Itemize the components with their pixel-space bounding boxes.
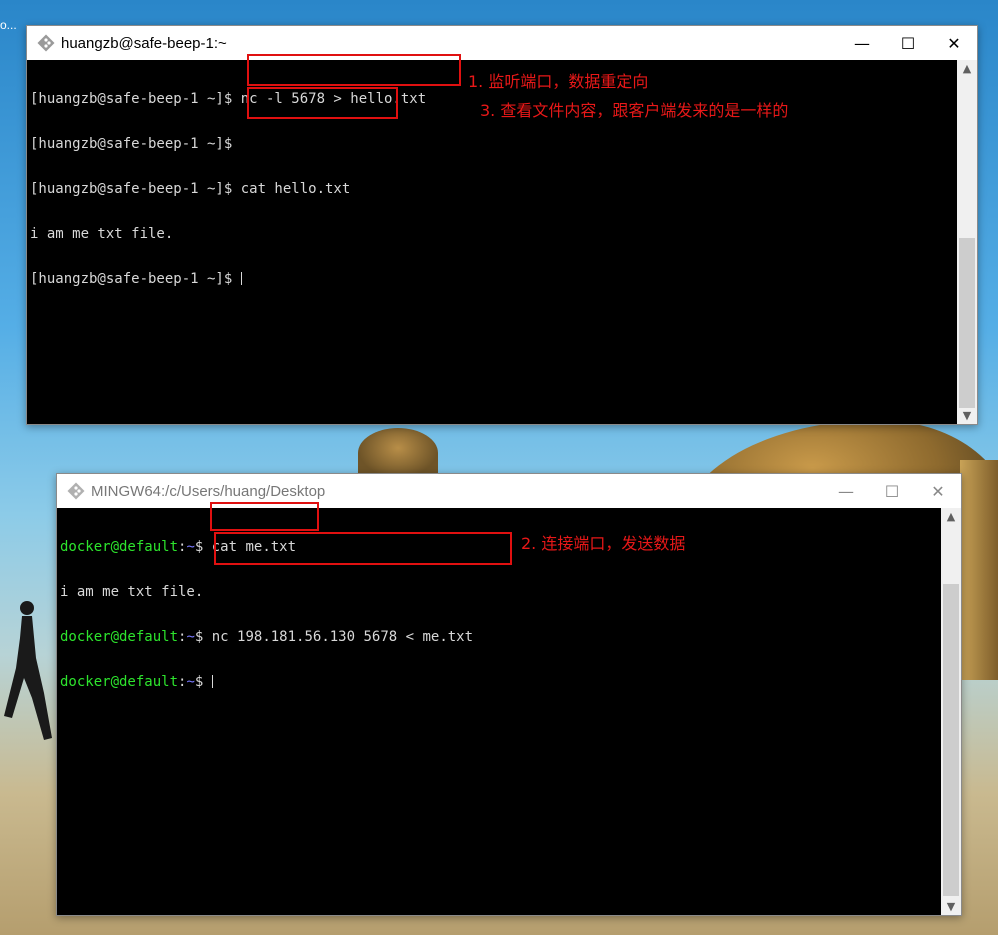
highlight-box-nc-send [214, 532, 512, 565]
close-button[interactable]: ✕ [931, 26, 977, 60]
minimize-button[interactable]: — [839, 26, 885, 60]
annotation-step-3: 3. 查看文件内容，跟客户端发来的是一样的 [480, 101, 789, 120]
highlight-box-cat-cmd [247, 87, 398, 119]
text-cursor [240, 272, 242, 285]
text-cursor [211, 675, 213, 688]
chevron-up-icon[interactable]: ▲ [957, 60, 977, 77]
terminal-line: i am me txt file. [60, 584, 204, 600]
chevron-down-icon[interactable]: ▼ [957, 407, 977, 424]
highlight-box-cat-me [210, 502, 319, 531]
terminal-output[interactable]: docker@default:~$ cat me.txt i am me txt… [57, 508, 941, 915]
vertical-scrollbar[interactable]: ▲ ▼ [957, 60, 977, 424]
window-title: huangzb@safe-beep-1:~ [61, 34, 227, 52]
terminal-line: [huangzb@safe-beep-1 ~]$ cat hello.txt [30, 181, 351, 197]
window-title: MINGW64:/c/Users/huang/Desktop [91, 482, 326, 500]
background-cliff-edge [960, 460, 998, 680]
annotation-step-2: 2. 连接端口，发送数据 [521, 534, 686, 553]
minimize-button[interactable]: — [823, 474, 869, 508]
close-button[interactable]: ✕ [915, 474, 961, 508]
terminal-line: i am me txt file. [30, 226, 174, 242]
vertical-scrollbar[interactable]: ▲ ▼ [941, 508, 961, 915]
desktop-icon-label[interactable]: o... [0, 18, 17, 32]
terminal-line: [huangzb@safe-beep-1 ~]$ [30, 271, 242, 287]
title-bar[interactable]: MINGW64:/c/Users/huang/Desktop — ☐ ✕ [57, 474, 961, 508]
chevron-down-icon[interactable]: ▼ [941, 898, 961, 915]
background-rock [358, 428, 438, 478]
git-diamond-icon [37, 34, 55, 52]
terminal-line: [huangzb@safe-beep-1 ~]$ [30, 136, 241, 152]
annotation-step-1: 1. 监听端口，数据重定向 [468, 72, 649, 91]
highlight-box-listen-cmd [247, 54, 461, 86]
title-bar[interactable]: huangzb@safe-beep-1:~ — ☐ ✕ [27, 26, 977, 60]
maximize-button[interactable]: ☐ [869, 474, 915, 508]
git-diamond-icon [67, 482, 85, 500]
terminal-line: docker@default:~$ nc 198.181.56.130 5678… [60, 629, 474, 645]
chevron-up-icon[interactable]: ▲ [941, 508, 961, 525]
scrollbar-thumb[interactable] [959, 238, 975, 408]
background-runner [4, 601, 52, 740]
maximize-button[interactable]: ☐ [885, 26, 931, 60]
terminal-line: docker@default:~$ [60, 674, 213, 690]
scrollbar-thumb[interactable] [943, 584, 959, 896]
